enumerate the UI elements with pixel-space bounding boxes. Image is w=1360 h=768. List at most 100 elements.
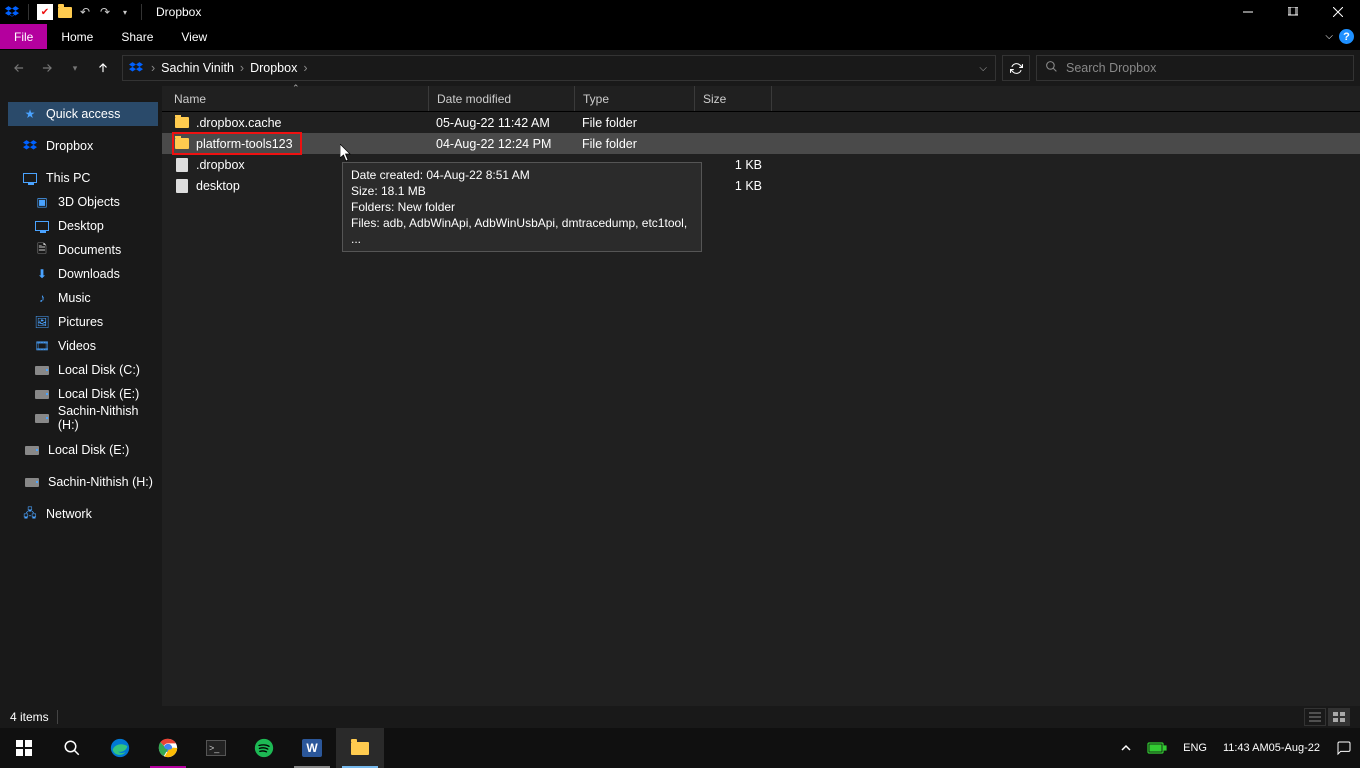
refresh-button[interactable] <box>1002 55 1030 81</box>
taskbar-chrome-icon[interactable] <box>144 728 192 768</box>
navigation-pane: ★ Quick access Dropbox This PC ▣3D Objec… <box>0 86 162 706</box>
tab-file[interactable]: File <box>0 24 47 49</box>
file-name: desktop <box>196 179 240 193</box>
sidebar-item-label: Pictures <box>58 315 103 329</box>
breadcrumb[interactable]: › Sachin Vinith › Dropbox › ⌵ <box>122 55 996 81</box>
sidebar-item-local-disk-e-2[interactable]: Local Disk (E:) <box>0 438 162 462</box>
sidebar-item-local-disk-e[interactable]: Local Disk (E:) <box>0 382 162 406</box>
sidebar-item-pictures[interactable]: 🖼Pictures <box>0 310 162 334</box>
column-header-label: Type <box>583 92 609 106</box>
tray-clock[interactable]: 11:43 AM 05-Aug-22 <box>1215 728 1328 768</box>
sidebar-item-documents[interactable]: 🗎Documents <box>0 238 162 262</box>
dropbox-breadcrumb-icon <box>127 59 145 77</box>
qat-newfolder-icon[interactable] <box>57 4 73 20</box>
forward-button[interactable] <box>34 55 60 81</box>
sidebar-item-label: Downloads <box>58 267 120 281</box>
network-icon: 🖧 <box>22 506 38 522</box>
monitor-icon <box>22 170 38 186</box>
tray-battery-icon[interactable] <box>1139 728 1175 768</box>
sidebar-item-label: Desktop <box>58 219 104 233</box>
file-type: File folder <box>574 116 694 130</box>
sidebar-item-local-disk-c[interactable]: Local Disk (C:) <box>0 358 162 382</box>
view-thumbnails-button[interactable] <box>1328 708 1350 726</box>
qat-dropdown-icon[interactable]: ▾ <box>117 4 133 20</box>
sidebar-item-label: Local Disk (E:) <box>48 443 129 457</box>
ribbon-collapse-icon[interactable]: ⌵ <box>1325 31 1333 42</box>
tab-view[interactable]: View <box>167 24 221 49</box>
folder-icon <box>174 115 190 131</box>
music-icon: ♪ <box>34 290 50 306</box>
sidebar-item-music[interactable]: ♪ Music <box>0 286 162 310</box>
column-header-label: Name <box>174 92 206 106</box>
qat-undo-icon[interactable]: ↶ <box>77 4 93 20</box>
tooltip: Date created: 04-Aug-22 8:51 AM Size: 18… <box>342 162 702 252</box>
start-button[interactable] <box>0 728 48 768</box>
breadcrumb-history-icon[interactable]: ⌵ <box>979 63 987 74</box>
tooltip-line: Size: 18.1 MB <box>351 183 693 199</box>
breadcrumb-item[interactable]: Sachin Vinith <box>157 61 238 75</box>
tray-overflow-icon[interactable] <box>1113 728 1139 768</box>
folder-icon <box>174 136 190 152</box>
file-name: .dropbox.cache <box>196 116 281 130</box>
taskbar-search-button[interactable] <box>48 728 96 768</box>
drive-icon <box>34 362 50 378</box>
close-button[interactable] <box>1315 0 1360 24</box>
help-icon[interactable]: ? <box>1339 29 1354 44</box>
column-header-date[interactable]: Date modified <box>428 86 574 111</box>
sidebar-item-quick-access[interactable]: ★ Quick access <box>8 102 158 126</box>
title-bar: ✔ ↶ ↷ ▾ Dropbox <box>0 0 1360 24</box>
view-details-button[interactable] <box>1304 708 1326 726</box>
column-header-label: Date modified <box>437 92 511 106</box>
sidebar-item-network[interactable]: 🖧 Network <box>0 502 162 526</box>
minimize-button[interactable] <box>1225 0 1270 24</box>
tab-share[interactable]: Share <box>107 24 167 49</box>
taskbar: >_ W ENG 11:43 AM 05-Aug-22 <box>0 728 1360 768</box>
maximize-button[interactable] <box>1270 0 1315 24</box>
sidebar-item-desktop[interactable]: Desktop <box>0 214 162 238</box>
back-button[interactable] <box>6 55 32 81</box>
taskbar-edge-icon[interactable] <box>96 728 144 768</box>
search-box[interactable] <box>1036 55 1354 81</box>
sidebar-item-downloads[interactable]: ⬇ Downloads <box>0 262 162 286</box>
taskbar-word-icon[interactable]: W <box>288 728 336 768</box>
sidebar-item-label: Music <box>58 291 91 305</box>
tooltip-line: Files: adb, AdbWinApi, AdbWinUsbApi, dmt… <box>351 215 693 247</box>
recent-dropdown-icon[interactable]: ▾ <box>62 55 88 81</box>
sidebar-item-videos[interactable]: 🎞Videos <box>0 334 162 358</box>
column-header-size[interactable]: Size <box>694 86 772 111</box>
sidebar-item-sachin-nithish-h-2[interactable]: Sachin-Nithish (H:) <box>0 470 162 494</box>
sidebar-item-dropbox[interactable]: Dropbox <box>0 134 162 158</box>
chevron-right-icon[interactable]: › <box>149 61 157 75</box>
tray-notifications-icon[interactable] <box>1328 728 1360 768</box>
cube-icon: ▣ <box>34 194 50 210</box>
sidebar-item-label: Quick access <box>46 107 120 121</box>
taskbar-spotify-icon[interactable] <box>240 728 288 768</box>
tray-language[interactable]: ENG <box>1175 728 1215 768</box>
up-button[interactable] <box>90 55 116 81</box>
breadcrumb-item[interactable]: Dropbox <box>246 61 301 75</box>
sidebar-item-label: Network <box>46 507 92 521</box>
file-row[interactable]: platform-tools12304-Aug-22 12:24 PMFile … <box>162 133 1360 154</box>
chevron-right-icon[interactable]: › <box>238 61 246 75</box>
tab-home[interactable]: Home <box>47 24 107 49</box>
sidebar-item-sachin-nithish-h[interactable]: Sachin-Nithish (H:) <box>0 406 162 430</box>
sidebar-item-this-pc[interactable]: This PC <box>0 166 162 190</box>
drive-icon <box>34 410 50 426</box>
tray-date: 05-Aug-22 <box>1269 742 1320 755</box>
videos-icon: 🎞 <box>34 338 50 354</box>
taskbar-explorer-icon[interactable] <box>336 728 384 768</box>
taskbar-terminal-icon[interactable]: >_ <box>192 728 240 768</box>
sidebar-item-3d-objects[interactable]: ▣3D Objects <box>0 190 162 214</box>
drive-icon <box>24 474 40 490</box>
download-icon: ⬇ <box>34 266 50 282</box>
window-title: Dropbox <box>156 5 201 19</box>
qat-redo-icon[interactable]: ↷ <box>97 4 113 20</box>
chevron-right-icon[interactable]: › <box>301 61 309 75</box>
search-input[interactable] <box>1066 61 1345 75</box>
qat-properties-icon[interactable]: ✔ <box>37 4 53 20</box>
sidebar-item-label: Sachin-Nithish (H:) <box>58 404 162 432</box>
file-name: platform-tools123 <box>196 137 293 151</box>
file-row[interactable]: .dropbox.cache05-Aug-22 11:42 AMFile fol… <box>162 112 1360 133</box>
column-header-name[interactable]: Name ⌃ <box>174 86 428 111</box>
column-header-type[interactable]: Type <box>574 86 694 111</box>
